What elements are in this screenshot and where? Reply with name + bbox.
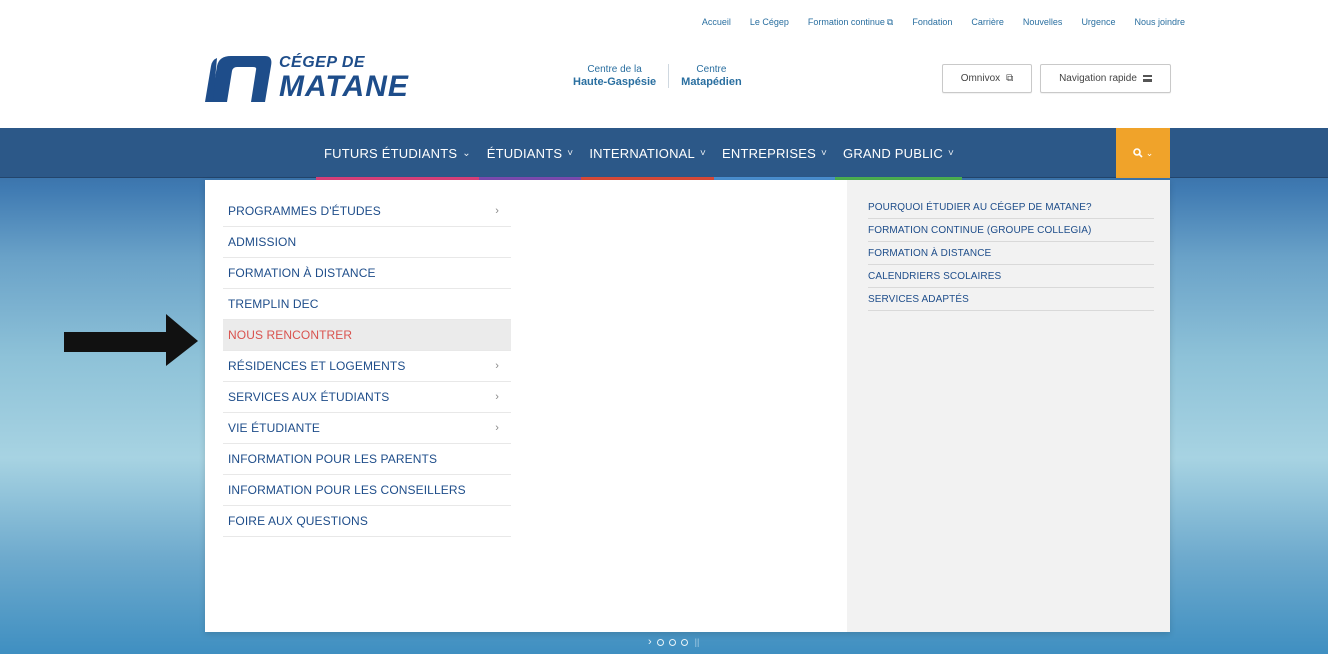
right-menu-item-services-adaptes[interactable]: SERVICES ADAPTÉS: [868, 288, 1154, 311]
chevron-down-icon: ⌄: [462, 147, 471, 159]
carousel-dot[interactable]: [680, 638, 688, 646]
menu-item-formation-a-distance[interactable]: FORMATION À DISTANCE: [223, 258, 511, 289]
carousel-dot[interactable]: [656, 638, 664, 646]
navigation-rapide-label: Navigation rapide: [1059, 73, 1137, 84]
chevron-down-icon: ⌄: [1145, 147, 1154, 158]
util-link-formation-continue[interactable]: Formation continue ⧉: [808, 17, 893, 28]
hamburger-icon: [1142, 75, 1152, 82]
chevron-down-icon: ˅: [947, 147, 954, 159]
menu-item-label: SERVICES AUX ÉTUDIANTS: [228, 390, 390, 404]
chevron-right-icon: ›: [495, 360, 499, 372]
menu-item-label: FORMATION À DISTANCE: [228, 266, 376, 280]
omnivox-label: Omnivox: [960, 73, 1001, 84]
chevron-down-icon: ˅: [567, 147, 574, 159]
annotation-arrow-icon: [64, 314, 198, 366]
logo-text-main: MATANE: [279, 69, 409, 103]
logo-mark-icon: [205, 56, 272, 102]
menu-item-information-pour-les-conseillers[interactable]: INFORMATION POUR LES CONSEILLERS: [223, 475, 511, 506]
chevron-right-icon: ›: [495, 422, 499, 434]
centre-matapedien-small: Centre: [696, 64, 727, 75]
external-link-icon: ⧉: [1006, 73, 1014, 84]
util-link-nouvelles[interactable]: Nouvelles: [1023, 17, 1063, 28]
centre-matapedien-name: Matapédien: [681, 76, 742, 88]
search-button[interactable]: ⌄: [1116, 128, 1170, 178]
logo[interactable]: CÉGEP DE MATANE: [203, 52, 409, 104]
carousel-dot[interactable]: [668, 638, 676, 646]
centres-links: Centre de la Haute-Gaspésie Centre Matap…: [561, 64, 754, 88]
search-icon: [1132, 148, 1143, 158]
util-link-nous-joindre[interactable]: Nous joindre: [1134, 17, 1185, 28]
logo-text-top: CÉGEP DE: [279, 53, 366, 71]
menu-item-label: INFORMATION POUR LES CONSEILLERS: [228, 483, 466, 497]
menu-item-admission[interactable]: ADMISSION: [223, 227, 511, 258]
nav-item-futurs-etudiants[interactable]: FUTURS ÉTUDIANTS ⌄: [316, 128, 479, 178]
util-link-formation-continue-label: Formation continue: [807, 17, 885, 27]
menu-item-information-pour-les-parents[interactable]: INFORMATION POUR LES PARENTS: [223, 444, 511, 475]
nav-item-international[interactable]: INTERNATIONAL ˅: [581, 128, 714, 178]
util-link-le-cegep[interactable]: Le Cégep: [750, 17, 789, 28]
menu-item-label: TREMPLIN DEC: [228, 297, 319, 311]
dropdown-right-menu: POURQUOI ÉTUDIER AU CÉGEP DE MATANE? FOR…: [868, 196, 1154, 311]
navigation-rapide-button[interactable]: Navigation rapide: [1040, 64, 1171, 93]
nav-item-entreprises[interactable]: ENTREPRISES ˅: [714, 128, 835, 178]
util-link-carriere[interactable]: Carrière: [971, 17, 1004, 28]
centre-matapedien[interactable]: Centre Matapédien: [668, 64, 754, 88]
nav-item-etudiants[interactable]: ÉTUDIANTS ˅: [479, 128, 582, 178]
omnivox-button[interactable]: Omnivox ⧉: [942, 64, 1032, 93]
utility-links: Accueil Le Cégep Formation continue ⧉ Fon…: [702, 17, 1185, 28]
right-menu-item-pourquoi-etudier[interactable]: POURQUOI ÉTUDIER AU CÉGEP DE MATANE?: [868, 196, 1154, 219]
util-link-accueil[interactable]: Accueil: [702, 17, 731, 28]
chevron-down-icon: ˅: [699, 147, 707, 159]
right-menu-item-formation-continue[interactable]: FORMATION CONTINUE (GROUPE COLLEGIA): [868, 219, 1154, 242]
menu-item-label: FOIRE AUX QUESTIONS: [228, 514, 368, 528]
centre-haute-gaspesie-name: Haute-Gaspésie: [573, 76, 657, 88]
dropdown-left-menu: PROGRAMMES D'ÉTUDES › ADMISSION FORMATIO…: [223, 196, 511, 537]
util-link-fondation[interactable]: Fondation: [912, 17, 952, 28]
nav-item-label: ENTREPRISES: [722, 145, 816, 161]
menu-item-label: PROGRAMMES D'ÉTUDES: [228, 204, 381, 218]
menu-item-label: INFORMATION POUR LES PARENTS: [228, 452, 438, 466]
menu-item-residences-et-logements[interactable]: RÉSIDENCES ET LOGEMENTS ›: [223, 351, 511, 382]
menu-item-services-aux-etudiants[interactable]: SERVICES AUX ÉTUDIANTS ›: [223, 382, 511, 413]
menu-item-label: ADMISSION: [228, 235, 297, 249]
nav-item-label: INTERNATIONAL: [589, 145, 695, 161]
carousel-controls: › ||: [648, 636, 699, 648]
right-menu-item-formation-a-distance[interactable]: FORMATION À DISTANCE: [868, 242, 1154, 265]
util-link-urgence[interactable]: Urgence: [1081, 17, 1115, 28]
carousel-pause-icon[interactable]: ||: [695, 637, 700, 647]
nav-item-label: FUTURS ÉTUDIANTS: [324, 145, 458, 161]
menu-item-tremplin-dec[interactable]: TREMPLIN DEC: [223, 289, 511, 320]
menu-item-label: NOUS RENCONTRER: [228, 328, 353, 342]
nav-item-label: GRAND PUBLIC: [843, 145, 943, 161]
nav-item-label: ÉTUDIANTS: [486, 145, 563, 161]
right-menu-item-calendriers-scolaires[interactable]: CALENDRIERS SCOLAIRES: [868, 265, 1154, 288]
menu-item-foire-aux-questions[interactable]: FOIRE AUX QUESTIONS: [223, 506, 511, 537]
carousel-next-icon[interactable]: ›: [648, 636, 652, 648]
centre-haute-gaspesie-small: Centre de la: [587, 64, 642, 75]
dropdown-right-panel: POURQUOI ÉTUDIER AU CÉGEP DE MATANE? FOR…: [847, 180, 1170, 632]
futurs-etudiants-dropdown: PROGRAMMES D'ÉTUDES › ADMISSION FORMATIO…: [205, 180, 1170, 632]
nav-item-grand-public[interactable]: GRAND PUBLIC ˅: [835, 128, 962, 178]
chevron-down-icon: ˅: [820, 147, 828, 159]
menu-item-vie-etudiante[interactable]: VIE ÉTUDIANTE ›: [223, 413, 511, 444]
menu-item-nous-rencontrer[interactable]: NOUS RENCONTRER: [223, 320, 511, 351]
chevron-right-icon: ›: [495, 391, 499, 403]
chevron-right-icon: ›: [495, 205, 499, 217]
menu-item-label: RÉSIDENCES ET LOGEMENTS: [228, 359, 406, 373]
menu-item-label: VIE ÉTUDIANTE: [228, 421, 320, 435]
menu-item-programmes-d-etudes[interactable]: PROGRAMMES D'ÉTUDES ›: [223, 196, 511, 227]
external-link-icon: ⧉: [886, 17, 894, 27]
centre-haute-gaspesie[interactable]: Centre de la Haute-Gaspésie: [561, 64, 668, 88]
